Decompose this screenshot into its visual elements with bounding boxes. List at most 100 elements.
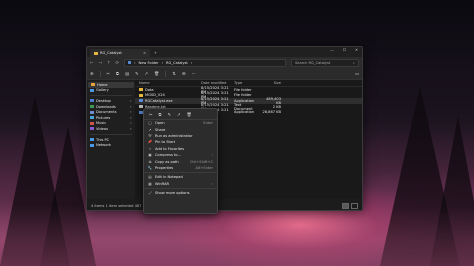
navigation-bar: ← → ↑ ⟳ › New Folder › RG_Catalyst › Sea… [87,57,362,68]
forward-button[interactable]: → [99,60,103,65]
menu-item-show-more-options[interactable]: ⤢ Show more options [144,190,217,196]
sidebar-item-label: Music [96,121,107,126]
share-icon[interactable]: ↗ [145,71,149,76]
column-header-name[interactable]: Name [135,81,201,85]
tab-rg-catalyst[interactable]: RG_Catalyst × [90,49,150,57]
cut-icon[interactable]: ✂ [149,112,153,117]
column-header-date[interactable]: Date modified [201,81,234,85]
new-tab-button[interactable]: + [154,49,157,57]
paste-icon[interactable]: ▤ [125,71,129,76]
status-text: 4 items 1 item selected 467 MB [91,204,149,208]
details-view-button[interactable] [342,203,349,209]
sidebar-item-videos[interactable]: Videos ✦ [87,126,135,132]
folder-icon [139,88,143,92]
divider [90,133,132,135]
copy-icon[interactable]: ⧉ [116,71,119,76]
file-name: Data [145,87,154,92]
menu-item-shortcut: Enter [203,121,213,126]
pin-icon: ✦ [129,98,132,103]
address-bar[interactable]: › New Folder › RG_Catalyst › [124,58,286,67]
breadcrumb-sep: › [161,60,164,65]
delete-icon[interactable]: 🗑 [154,71,159,77]
cut-icon[interactable]: ✂ [107,71,111,76]
more-options-icon: ⤢ [148,191,152,196]
pin-icon: ✦ [129,126,132,131]
wrench-icon: 🔧 [147,165,153,170]
pictures-icon [90,116,94,120]
pin-icon: ✦ [129,110,132,115]
close-button[interactable]: ✕ [355,48,358,52]
new-button[interactable]: ⊕ [90,71,94,76]
menu-item-label: WinRAR [155,181,170,186]
view-button[interactable]: ☰ [182,71,186,76]
tab-close-icon[interactable]: × [143,51,146,55]
star-icon: ☆ [148,146,152,151]
share-icon[interactable]: ↗ [177,112,181,117]
network-icon [90,143,94,147]
up-button[interactable]: ↑ [107,60,111,65]
tab-title: RG_Catalyst [100,51,122,55]
menu-item-properties[interactable]: 🔧 Properties Alt+Enter [144,165,217,171]
sidebar-item-label: Network [96,143,112,148]
breadcrumb-new-folder[interactable]: New Folder [139,61,159,65]
pin-icon: 📌 [147,140,153,145]
status-bar: 4 items 1 item selected 467 MB [87,202,362,210]
file-type: Application [234,110,255,115]
view-toggle [342,203,358,209]
column-header-size[interactable]: Size [261,81,281,85]
sidebar-item-label: Documents [96,110,117,115]
sidebar-item-label: Desktop [96,98,111,103]
folder-icon [94,51,98,55]
computer-icon [90,138,94,142]
application-icon [139,99,143,103]
desktop-icon [90,99,94,103]
rename-icon[interactable]: ✎ [135,71,139,76]
maximize-button[interactable]: ☐ [343,48,346,52]
search-placeholder: Search RG_Catalyst [295,60,331,65]
file-size: 2 KB [272,104,281,109]
tiles-view-button[interactable] [351,203,358,209]
column-headers: Name Date modified Type Size [135,80,362,87]
window-controls: — ☐ ✕ [330,48,358,52]
file-type: File folder [234,93,252,98]
search-input[interactable]: Search RG_Catalyst ⌕ [291,58,359,67]
pin-icon: ✦ [129,104,132,109]
menu-item-label: Copy as path [155,159,179,164]
menu-item-shortcut: Ctrl+Shift+C [189,159,213,164]
navigation-pane: Home Gallery Desktop ✦ Downloads ✦ Docum… [87,80,135,199]
sidebar-item-network[interactable]: Network [87,142,135,148]
rename-icon[interactable]: ✎ [168,112,172,117]
winrar-icon: ▦ [148,181,152,186]
background-snow [0,206,474,266]
column-header-type[interactable]: Type [234,81,261,85]
menu-item-label: Add to Favorites [155,146,185,151]
details-pane-button[interactable]: ▭ [355,71,359,76]
refresh-button[interactable]: ⟳ [116,60,120,65]
videos-icon [90,127,94,131]
sort-button[interactable]: ⇅ [172,71,176,76]
file-name: RGCatalyst.exe [145,98,173,103]
divider [99,70,101,77]
text-file-icon [139,105,143,109]
minimize-button[interactable]: — [330,48,334,52]
divider [165,70,167,77]
menu-item-label: Run as administrator [155,133,193,138]
share-icon: ↗ [148,127,152,132]
more-options-button[interactable]: ··· [192,71,196,76]
menu-item-label: Share [155,127,166,132]
delete-icon[interactable]: 🗑 [187,112,192,118]
shield-icon: ⛨ [148,133,152,138]
breadcrumb-rg-catalyst[interactable]: RG_Catalyst [166,61,188,65]
sidebar-item-gallery[interactable]: Gallery [87,88,135,94]
menu-item-winrar[interactable]: ▦ WinRAR › [144,181,217,187]
open-icon: ▢ [148,121,152,126]
menu-item-shortcut: Alt+Enter [195,165,213,170]
back-button[interactable]: ← [90,60,94,65]
file-explorer-window: RG_Catalyst × + — ☐ ✕ ← → ↑ ⟳ › New Fold… [86,46,363,211]
pin-icon: ✦ [129,121,132,126]
copy-icon[interactable]: ⧉ [159,112,162,117]
explorer-body: Home Gallery Desktop ✦ Downloads ✦ Docum… [87,80,362,199]
sidebar-item-label: Home [97,82,108,87]
chevron-right-icon: › [211,153,213,158]
sidebar-item-label: Downloads [96,104,116,109]
